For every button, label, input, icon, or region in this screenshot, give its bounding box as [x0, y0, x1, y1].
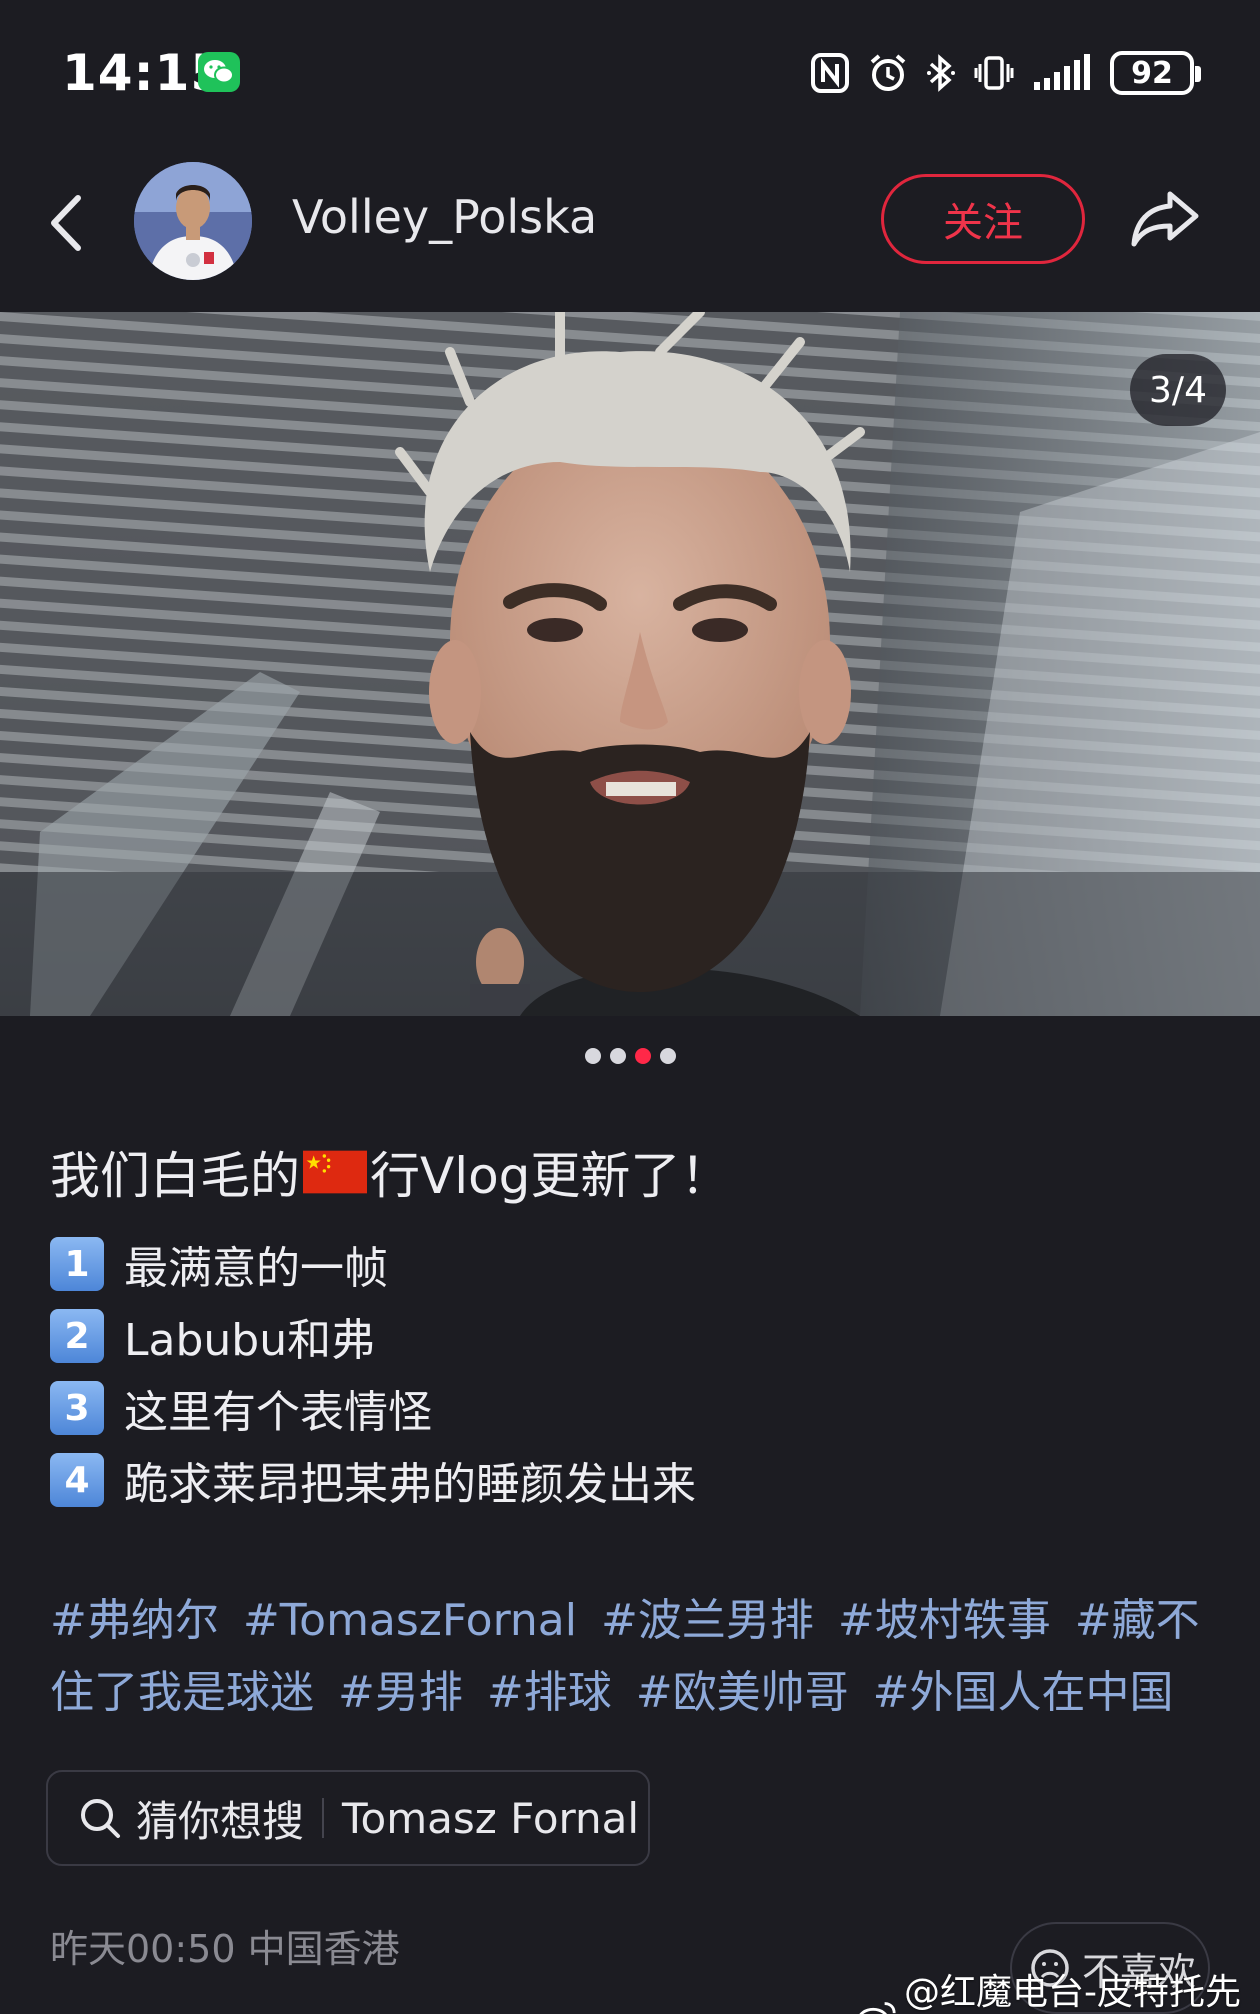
post-title-text-2: 行Vlog更新了！	[370, 1147, 731, 1205]
battery-icon: 92	[1110, 51, 1201, 95]
bluetooth-icon	[927, 54, 955, 92]
list-item-text: Labubu和弗	[124, 1315, 376, 1366]
list-item: 2 Labubu和弗	[50, 1300, 696, 1372]
signal-icon	[1034, 54, 1090, 90]
wechat-icon	[198, 52, 240, 92]
nfc-icon	[811, 53, 849, 93]
vibrate-icon	[974, 56, 1014, 90]
image-page-counter: 3/4	[1130, 354, 1226, 426]
post-image[interactable]: 3/4	[0, 312, 1260, 1016]
watermark: @红魔电台-皮特托先生	[856, 1963, 1260, 2014]
list-item: 3 这里有个表情怪	[50, 1372, 696, 1444]
divider	[322, 1798, 325, 1838]
list-item-text: 最满意的一帧	[124, 1243, 388, 1294]
hashtag[interactable]: #坡村轶事	[838, 1595, 1051, 1646]
weibo-logo-icon	[859, 2002, 896, 2014]
number-badge: 3	[50, 1381, 104, 1435]
battery-level: 92	[1131, 55, 1173, 91]
status-bar: 14:15 92	[0, 0, 1260, 150]
post-header: Volley_Polska 关注	[0, 150, 1260, 312]
carousel-dot-active[interactable]	[634, 1048, 651, 1064]
carousel-dot[interactable]	[584, 1048, 601, 1064]
follow-button[interactable]: 关注	[881, 174, 1085, 264]
status-icons: 92	[810, 48, 1201, 98]
carousel-dot[interactable]	[609, 1048, 626, 1064]
author-avatar[interactable]	[134, 162, 252, 280]
china-flag-icon	[303, 1150, 367, 1194]
search-suggestion-label: 猜你想搜	[136, 1796, 305, 1846]
back-icon	[51, 195, 81, 251]
search-suggestion-query: Tomasz Fornal	[342, 1793, 640, 1843]
number-badge: 1	[50, 1237, 104, 1291]
number-badge: 4	[50, 1453, 104, 1507]
selfie-photo	[0, 312, 1260, 1016]
hashtag[interactable]: #欧美帅哥	[636, 1667, 849, 1718]
list-item: 4 跪求莱昂把某弗的睡颜发出来	[50, 1444, 696, 1516]
search-suggestion-chip[interactable]: 猜你想搜 Tomasz Fornal	[46, 1770, 650, 1866]
number-badge: 2	[50, 1309, 104, 1363]
author-name[interactable]: Volley_Polska	[292, 190, 597, 244]
hashtag[interactable]: #波兰男排	[601, 1595, 814, 1646]
list-item: 1 最满意的一帧	[50, 1228, 696, 1300]
watermark-text: @红魔电台-皮特托先生	[904, 1972, 1241, 2013]
hashtag[interactable]: #排球	[487, 1667, 612, 1718]
hashtag[interactable]: #TomaszFornal	[243, 1595, 577, 1646]
post-detail-page: 14:15 92 Volley_Polska 关注 3/4 我们白毛的 行Vlo…	[0, 0, 1260, 2014]
share-icon	[1131, 191, 1199, 247]
search-icon	[81, 1799, 120, 1838]
post-time-location: 昨天00:50 中国香港	[50, 1927, 400, 1971]
carousel-dot[interactable]	[659, 1048, 676, 1064]
carousel-indicator	[0, 1048, 1260, 1068]
hashtag[interactable]: #男排	[338, 1667, 463, 1718]
post-list: 1 最满意的一帧 2 Labubu和弗 3 这里有个表情怪 4 跪求莱昂把某弗的…	[50, 1228, 696, 1516]
list-item-text: 这里有个表情怪	[124, 1387, 432, 1438]
hashtag-list: #弗纳尔 #TomaszFornal #波兰男排 #坡村轶事 #藏不住了我是球迷…	[50, 1585, 1230, 1729]
post-title: 我们白毛的 行Vlog更新了！	[50, 1136, 730, 1208]
hashtag[interactable]: #外国人在中国	[873, 1667, 1174, 1718]
alarm-icon	[870, 54, 906, 91]
hashtag[interactable]: #弗纳尔	[50, 1595, 219, 1646]
share-button[interactable]	[1126, 180, 1204, 258]
list-item-text: 跪求莱昂把某弗的睡颜发出来	[124, 1459, 696, 1510]
back-button[interactable]	[40, 188, 92, 258]
post-title-text-1: 我们白毛的	[50, 1147, 300, 1205]
